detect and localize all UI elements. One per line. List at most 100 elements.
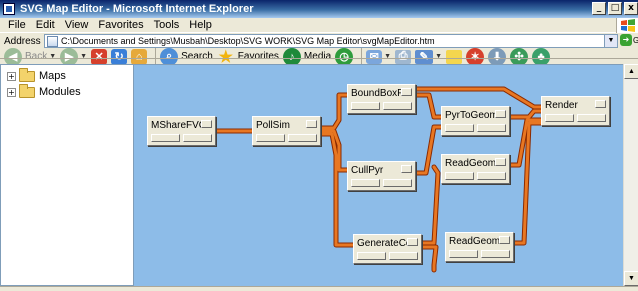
input-port[interactable] [445, 124, 474, 132]
menu-edit[interactable]: Edit [31, 19, 60, 31]
output-port[interactable] [477, 124, 506, 132]
app-icon [3, 3, 15, 15]
person-icon: ♣ [532, 47, 551, 66]
toolbar-separator [361, 47, 363, 66]
menu-help[interactable]: Help [184, 19, 217, 31]
input-port[interactable] [357, 252, 386, 260]
edit-icon: ✎ [415, 49, 434, 64]
status-bar [0, 286, 638, 291]
edit-button[interactable]: ✎ ▼ [415, 49, 442, 64]
module-toggle[interactable] [495, 110, 506, 118]
module-toggle[interactable] [201, 120, 212, 128]
person-button[interactable]: ♣ [532, 47, 551, 66]
download-button[interactable]: ⬇ [488, 47, 507, 66]
module-node-pollsim[interactable]: PollSim [252, 116, 321, 146]
window-controls: _ □ x [592, 2, 638, 15]
minimize-button[interactable]: _ [592, 2, 606, 15]
module-node-boundboxpyr[interactable]: BoundBoxPyr [347, 84, 416, 114]
history-icon: ◷ [335, 47, 354, 66]
output-port[interactable] [481, 250, 510, 258]
input-port[interactable] [545, 114, 574, 122]
tree-item-maps[interactable]: + Maps [7, 67, 66, 83]
input-port[interactable] [256, 134, 285, 142]
menu-favorites[interactable]: Favorites [93, 19, 148, 31]
favorites-button[interactable]: ★ Favorites [217, 48, 279, 66]
module-toggle[interactable] [495, 158, 506, 166]
tree-expander[interactable]: + [7, 71, 16, 81]
module-toggle[interactable] [407, 238, 418, 246]
module-node-generatecolorm[interactable]: GenerateColorm [353, 234, 422, 264]
refresh-icon: ↻ [111, 48, 128, 65]
tools-button[interactable]: ✣ [510, 47, 529, 66]
input-port[interactable] [351, 102, 380, 110]
browser-window: SVG Map Editor - Microsoft Internet Expl… [0, 0, 638, 291]
input-port[interactable] [151, 134, 180, 142]
forward-button[interactable]: ▶ ▼ [60, 47, 87, 66]
module-toggle[interactable] [401, 88, 412, 96]
output-port[interactable] [383, 102, 412, 110]
output-port[interactable] [383, 179, 412, 187]
module-node-render[interactable]: Render [541, 96, 610, 126]
module-label: ReadGeom [449, 236, 501, 247]
module-label: BoundBoxPyr [351, 88, 403, 99]
output-port[interactable] [288, 134, 317, 142]
module-label: MShareFVContr [151, 120, 203, 131]
stop-button[interactable]: ✕ [91, 48, 108, 65]
connection-wire [412, 92, 444, 120]
menu-bar: File Edit View Favorites Tools Help [0, 18, 638, 33]
folder-icon [19, 83, 35, 98]
input-port[interactable] [445, 172, 474, 180]
tools-icon: ✣ [510, 47, 529, 66]
home-button[interactable]: ⌂ [131, 48, 148, 65]
vertical-scrollbar[interactable]: ▲ ▼ [623, 64, 638, 286]
mail-icon: ✉ [366, 49, 383, 64]
output-port[interactable] [389, 252, 418, 260]
output-port[interactable] [477, 172, 506, 180]
address-bar [0, 58, 638, 59]
tree-item-label: Modules [39, 86, 81, 98]
print-button[interactable]: ⎙ [395, 49, 412, 64]
scroll-down-button[interactable]: ▼ [624, 271, 638, 286]
scroll-up-button[interactable]: ▲ [624, 64, 638, 79]
close-button[interactable]: x [624, 2, 638, 15]
module-node-readgeom[interactable]: ReadGeom [441, 154, 510, 184]
messenger-button[interactable]: ✶ [466, 47, 485, 66]
tree-expander[interactable]: + [7, 87, 16, 97]
media-button[interactable]: ♪ Media [282, 47, 331, 66]
refresh-button[interactable]: ↻ [111, 48, 128, 65]
module-node-cullpyr[interactable]: CullPyr [347, 161, 416, 191]
back-icon: ◀ [4, 47, 22, 66]
address-dropdown-button[interactable]: ▼ [604, 35, 617, 47]
module-node-readgeom[interactable]: ReadGeom [445, 232, 514, 262]
folder-icon [19, 67, 35, 82]
input-port[interactable] [449, 250, 478, 258]
module-node-mshare[interactable]: MShareFVContr [147, 116, 216, 146]
address-url: C:\Documents and Settings\Musbah\Desktop… [61, 36, 435, 46]
history-button[interactable]: ◷ [335, 47, 354, 66]
module-toggle[interactable] [499, 236, 510, 244]
module-label: Render [545, 100, 578, 111]
module-toggle[interactable] [306, 120, 317, 128]
module-toggle[interactable] [401, 165, 412, 173]
download-icon: ⬇ [488, 47, 507, 66]
map-canvas[interactable]: MShareFVContr PollSim BoundBoxPyr CullPy… [134, 64, 623, 286]
search-icon: ⌕ [160, 47, 179, 66]
input-port[interactable] [351, 179, 380, 187]
output-port[interactable] [183, 134, 212, 142]
mail-button[interactable]: ✉ ▼ [366, 49, 391, 64]
back-button[interactable]: ◀ Back ▼ [4, 47, 56, 66]
output-port[interactable] [577, 114, 606, 122]
module-node-pyrtogeom[interactable]: PyrToGeom [441, 106, 510, 136]
maximize-button[interactable]: □ [608, 2, 622, 15]
address-input[interactable]: C:\Documents and Settings\Musbah\Desktop… [44, 34, 618, 48]
favorites-label: Favorites [237, 51, 279, 62]
menu-view[interactable]: View [60, 19, 94, 31]
search-button[interactable]: ⌕ Search [160, 47, 213, 66]
connection-wire [317, 92, 350, 131]
menu-tools[interactable]: Tools [149, 19, 185, 31]
tree-item-modules[interactable]: + Modules [7, 83, 81, 99]
go-button[interactable]: ➜Go [620, 34, 638, 46]
module-toggle[interactable] [595, 100, 606, 108]
menu-file[interactable]: File [0, 19, 31, 31]
discuss-button[interactable] [446, 49, 463, 64]
